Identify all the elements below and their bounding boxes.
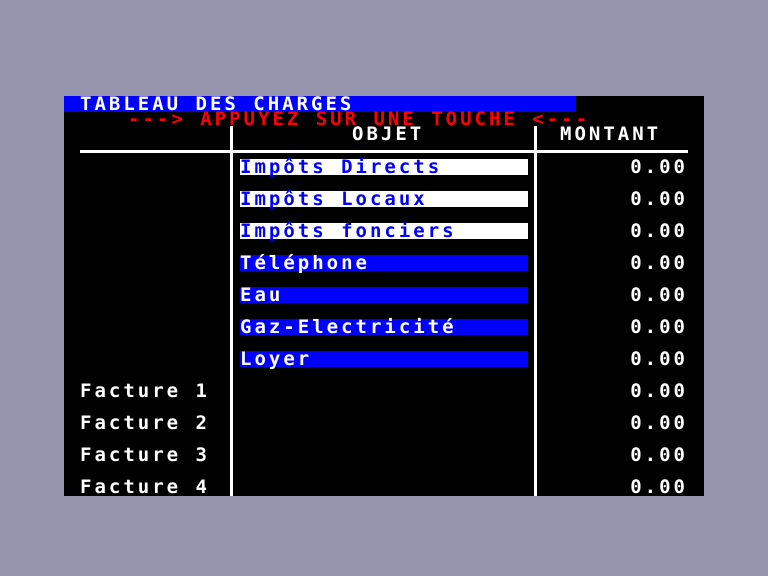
row-montant[interactable]: 0.00 [630,414,688,433]
row-montant[interactable]: 0.00 [630,382,688,401]
row-objet[interactable]: Eau [240,286,283,305]
row-montant[interactable]: 0.00 [630,350,688,369]
row-objet[interactable]: Impôts Locaux [240,190,428,209]
row-objet[interactable]: Téléphone [240,254,370,273]
charges-screen: TABLEAU DES CHARGES ---> APPUYEZ SUR UNE… [64,96,704,496]
row-objet[interactable]: Impôts Directs [240,158,442,177]
row-montant[interactable]: 0.00 [630,254,688,273]
row-objet[interactable]: Loyer [240,350,312,369]
row-montant[interactable]: 0.00 [630,222,688,241]
row-objet[interactable]: Impôts fonciers [240,222,457,241]
row-montant[interactable]: 0.00 [630,286,688,305]
row-montant[interactable]: 0.00 [630,478,688,497]
row-montant[interactable]: 0.00 [630,158,688,177]
row-label: Facture 1 [80,380,210,402]
row-label: Facture 2 [80,412,210,434]
column-header-montant: MONTANT [560,123,662,145]
row-montant[interactable]: 0.00 [630,318,688,337]
row-montant[interactable]: 0.00 [630,446,688,465]
row-label: Facture 3 [80,444,210,466]
column-divider-right [534,126,537,496]
column-header-objet: OBJET [352,123,425,145]
header-underline [80,150,688,153]
row-label: Facture 4 [80,476,210,497]
row-objet[interactable]: Gaz-Electricité [240,318,457,337]
column-divider-left [230,126,233,496]
row-montant[interactable]: 0.00 [630,190,688,209]
